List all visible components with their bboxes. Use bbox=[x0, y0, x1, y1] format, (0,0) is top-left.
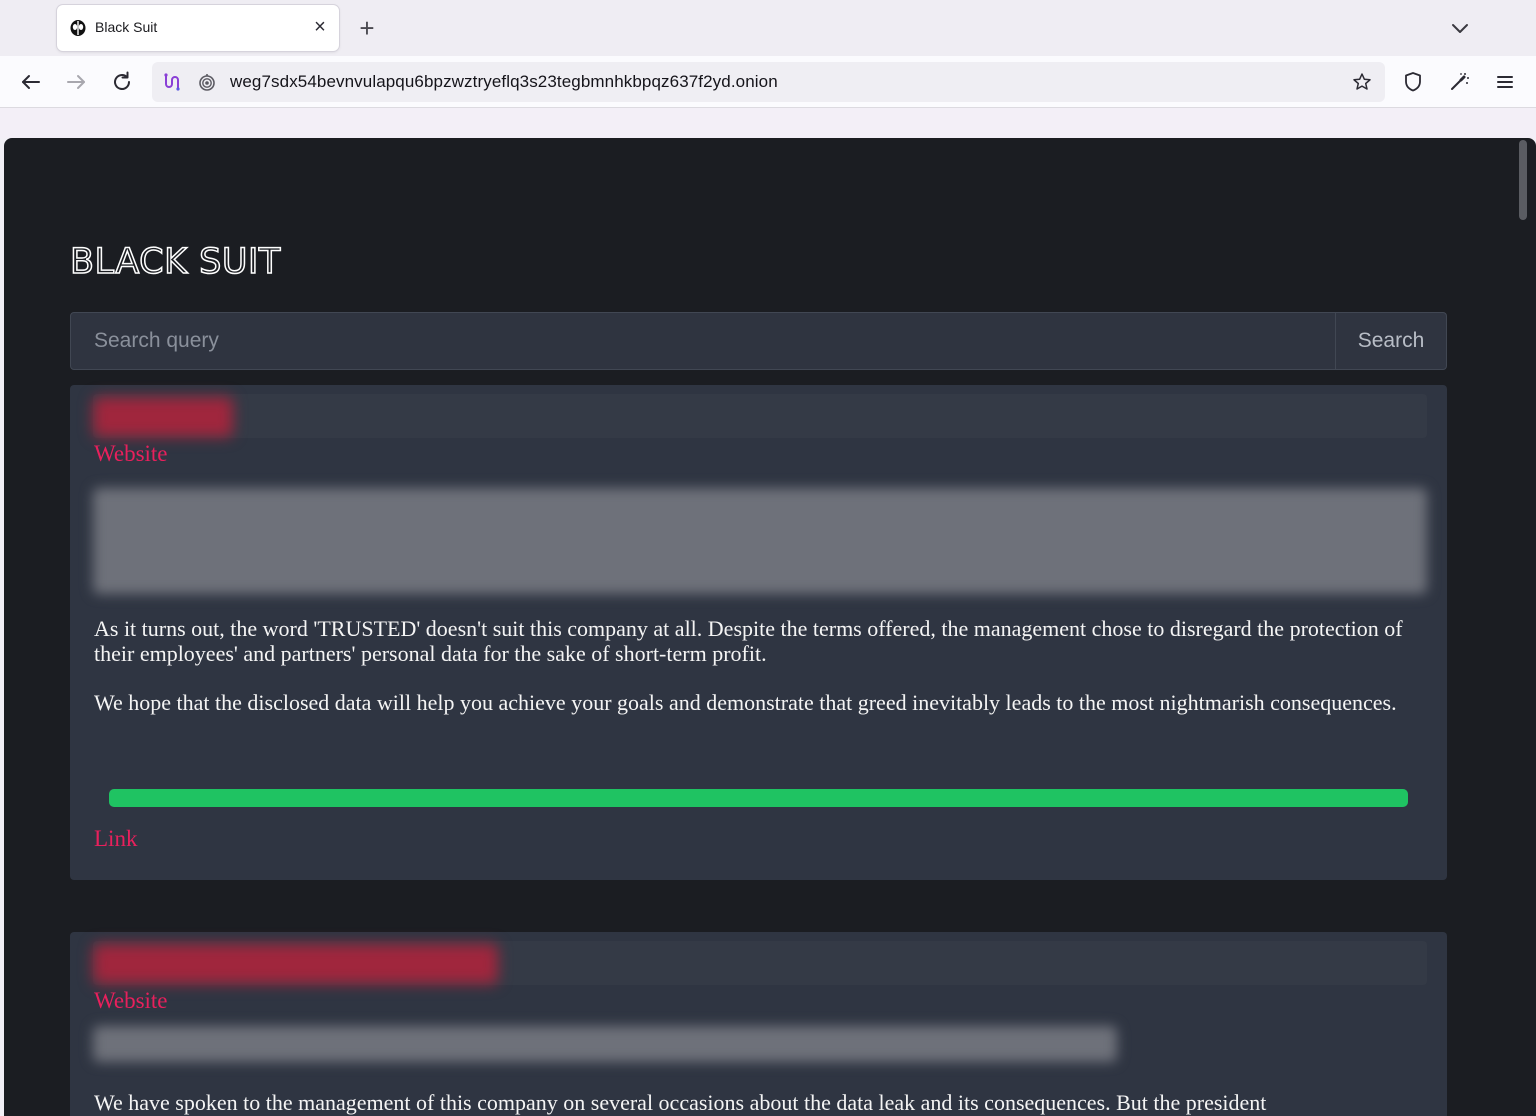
shield-icon[interactable] bbox=[1399, 68, 1427, 96]
redacted-description bbox=[93, 488, 1427, 594]
address-bar[interactable]: weg7sdx54bevnvulapqu6bpzwztryeflq3s23teg… bbox=[152, 62, 1385, 102]
search-input[interactable] bbox=[70, 312, 1336, 370]
post-paragraph: We hope that the disclosed data will hel… bbox=[94, 690, 1397, 715]
website-link[interactable]: Website bbox=[94, 441, 168, 467]
post-header-strip bbox=[93, 394, 1427, 438]
post-paragraph: As it turns out, the word 'TRUSTED' does… bbox=[94, 616, 1403, 666]
star-icon[interactable] bbox=[1352, 72, 1372, 92]
vertical-scrollbar[interactable] bbox=[1519, 140, 1527, 220]
reload-icon[interactable] bbox=[108, 68, 136, 96]
new-identity-icon[interactable] bbox=[1445, 68, 1473, 96]
url-text[interactable]: weg7sdx54bevnvulapqu6bpzwztryeflq3s23teg… bbox=[230, 72, 778, 92]
menu-icon[interactable] bbox=[1491, 68, 1519, 96]
forward-arrow-icon[interactable] bbox=[62, 68, 90, 96]
publication-progress-bar bbox=[109, 789, 1408, 807]
download-link[interactable]: Link bbox=[94, 826, 137, 852]
toolbar-gap bbox=[0, 108, 1536, 138]
new-tab-button[interactable]: + bbox=[353, 14, 381, 42]
progress-fill bbox=[109, 789, 1408, 807]
page-viewport: BLACK SUIT Search Website As it turns ou… bbox=[4, 138, 1536, 1116]
post-paragraph: We have spoken to the management of this… bbox=[94, 1090, 1267, 1115]
redacted-company-name bbox=[93, 944, 498, 984]
search-form: Search bbox=[70, 312, 1447, 370]
search-button[interactable]: Search bbox=[1335, 312, 1447, 370]
redacted-company-name bbox=[93, 397, 233, 437]
back-arrow-icon[interactable] bbox=[17, 68, 45, 96]
tab-strip: Black Suit × + bbox=[0, 0, 1536, 56]
redacted-description bbox=[93, 1026, 1117, 1062]
victim-post-card: Website We have spoken to the management… bbox=[70, 932, 1447, 1116]
tor-circuit-icon[interactable] bbox=[162, 72, 182, 92]
tab-title: Black Suit bbox=[95, 19, 158, 35]
navigation-toolbar: weg7sdx54bevnvulapqu6bpzwztryeflq3s23teg… bbox=[0, 56, 1536, 108]
website-link[interactable]: Website bbox=[94, 988, 168, 1014]
tab-close-icon[interactable]: × bbox=[309, 16, 331, 38]
tab-list-chevron-icon[interactable] bbox=[1446, 14, 1474, 42]
site-title: BLACK SUIT bbox=[69, 241, 281, 283]
black-suit-skull-icon bbox=[70, 20, 86, 36]
onion-lock-icon[interactable] bbox=[197, 72, 217, 92]
victim-post-card: Website As it turns out, the word 'TRUST… bbox=[70, 385, 1447, 880]
browser-tab[interactable]: Black Suit × bbox=[57, 5, 339, 51]
